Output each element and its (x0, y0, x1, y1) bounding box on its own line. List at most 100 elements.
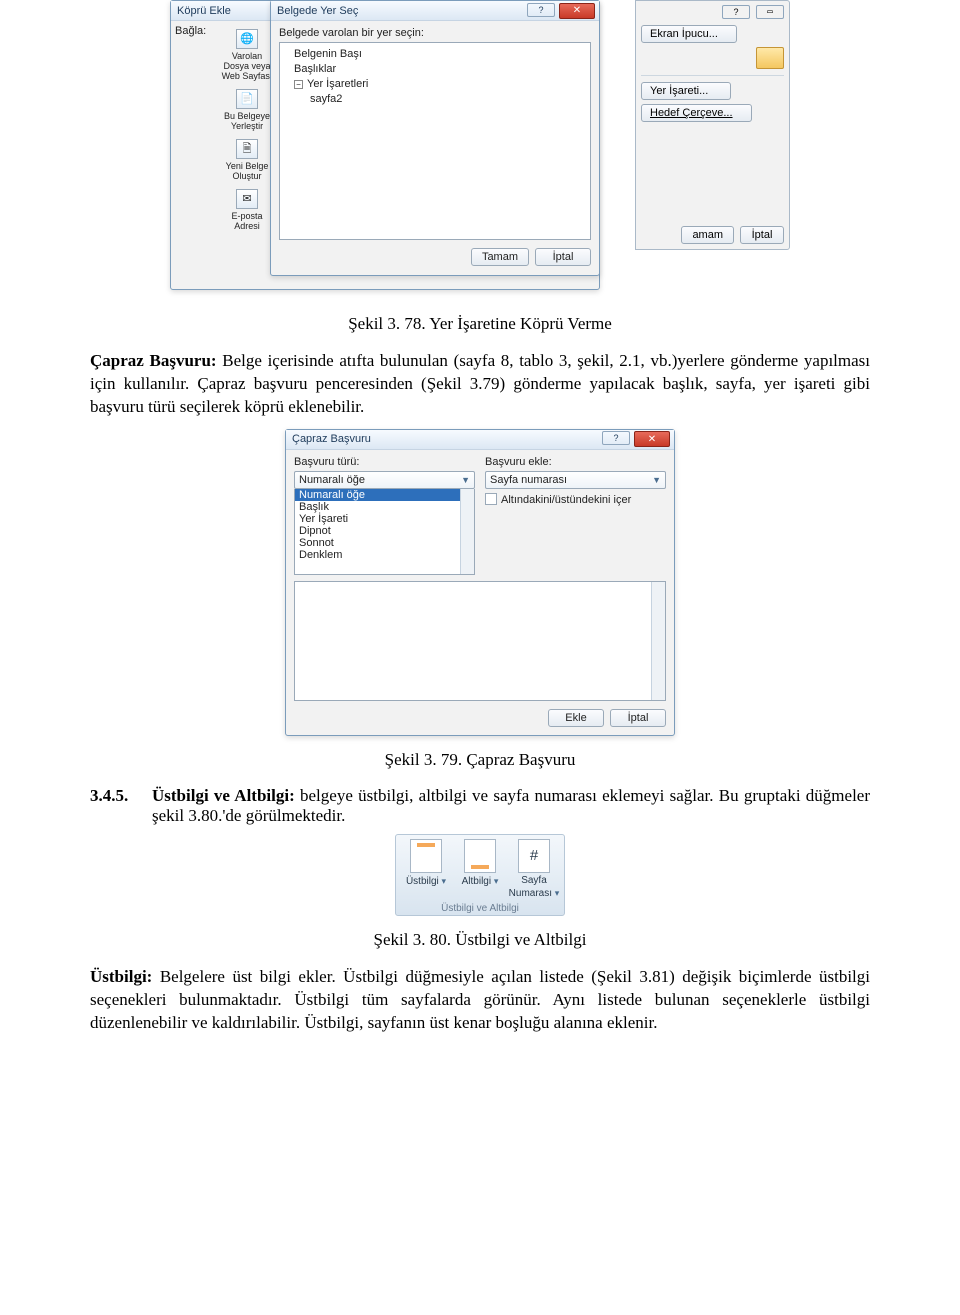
list-item[interactable]: Başlık (295, 501, 474, 513)
document-icon: 📄 (236, 89, 258, 109)
list-item[interactable]: Dipnot (295, 525, 474, 537)
dialog-title: Çapraz Başvuru (292, 433, 371, 445)
list-item[interactable]: Sonnot (295, 537, 474, 549)
ribbon-label: Altbilgi ▾ (454, 875, 506, 888)
iptal-button[interactable]: İptal (610, 709, 666, 727)
altbilgi-button[interactable]: Altbilgi ▾ (454, 839, 506, 900)
help-icon[interactable]: ? (527, 3, 555, 17)
ekle-button[interactable]: Ekle (548, 709, 604, 727)
figure-caption-3: Şekil 3. 80. Üstbilgi ve Altbilgi (90, 930, 870, 950)
location-tree[interactable]: Belgenin Başı Başlıklar −Yer İşaretleri … (279, 42, 591, 240)
amam-button[interactable]: amam (681, 226, 734, 244)
paragraph-ustbilgi: Üstbilgi: Belgelere üst bilgi ekler. Üst… (90, 966, 870, 1035)
bagla-label: Bağla: (175, 25, 213, 37)
button-label: İptal (553, 251, 574, 263)
iptal-button[interactable]: İptal (535, 248, 591, 266)
sidebar-item-label: Varolan Dosya veya Web Sayfası (222, 51, 273, 81)
hedef-cerceve-button[interactable]: Hedef Çerçeve... (641, 104, 752, 122)
button-label: Tamam (482, 251, 518, 263)
help-icon[interactable]: ? (722, 5, 750, 19)
button-label: Ekle (565, 712, 586, 724)
button-label: İptal (628, 712, 649, 724)
sidebar-item-this-document[interactable]: 📄Bu Belgeye Yerleştir (218, 87, 276, 133)
figure-hyperlink-dialogs: ? ▭ Ekran İpucu... Yer İşareti... Hedef … (170, 0, 790, 300)
checkbox-label: Altındakini/üstündekini içer (501, 494, 631, 506)
sidebar-item-existing-file[interactable]: 🌐Varolan Dosya veya Web Sayfası (218, 27, 276, 83)
section-number: 3.4.5. (90, 786, 152, 826)
tree-item-bookmarks[interactable]: −Yer İşaretleri (284, 77, 586, 92)
basvuru-turu-label: Başvuru türü: (294, 456, 475, 468)
list-item[interactable]: Yer İşareti (295, 513, 474, 525)
footer-icon (464, 839, 496, 873)
instruction-label: Belgede varolan bir yer seçin: (279, 27, 591, 39)
dialog-title: Köprü Ekle (177, 5, 231, 17)
basvuru-turu-listbox[interactable]: Numaralı öğe Başlık Yer İşareti Dipnot S… (294, 489, 475, 575)
button-label: Yer İşareti... (650, 85, 708, 97)
yer-isareti-button[interactable]: Yer İşareti... (641, 82, 731, 100)
sidebar-item-new-document[interactable]: 🗎Yeni Belge Oluştur (218, 137, 276, 183)
dialog-titlebar: Çapraz Başvuru ? ✕ (286, 430, 674, 450)
list-item[interactable]: Denklem (295, 549, 474, 561)
new-document-icon: 🗎 (236, 139, 258, 159)
select-value: Sayfa numarası (490, 474, 567, 486)
sidebar-item-label: Bu Belgeye Yerleştir (224, 111, 270, 131)
scrollbar[interactable] (460, 489, 474, 574)
ustbilgi-button[interactable]: Üstbilgi ▾ (400, 839, 452, 900)
sidebar-item-email[interactable]: ✉E-posta Adresi (218, 187, 276, 233)
tree-item-sayfa2[interactable]: sayfa2 (284, 92, 586, 107)
capraz-basvuru-dialog: Çapraz Başvuru ? ✕ Başvuru türü: Numaral… (285, 429, 675, 736)
section-3-4-5: 3.4.5. Üstbilgi ve Altbilgi: belgeye üst… (90, 786, 870, 826)
minimize-icon[interactable]: ▭ (756, 5, 784, 19)
figure-caption-1: Şekil 3. 78. Yer İşaretine Köprü Verme (90, 314, 870, 334)
section-title: Üstbilgi ve Altbilgi: (152, 786, 295, 805)
belgede-yer-sec-dialog: Belgede Yer Seç ? ✕ Belgede varolan bir … (270, 0, 600, 276)
close-icon[interactable]: ✕ (559, 3, 595, 19)
ribbon-group-label: Üstbilgi ve Altbilgi (399, 903, 561, 914)
folder-icon[interactable] (756, 47, 784, 69)
paragraph-bold-lead: Üstbilgi: (90, 967, 152, 986)
chevron-down-icon: ▾ (442, 876, 447, 886)
chevron-down-icon: ▾ (555, 888, 560, 898)
button-label: Hedef Çerçeve... (650, 107, 733, 119)
altindakini-checkbox-row[interactable]: Altındakini/üstündekini içer (485, 493, 666, 506)
bagla-sidebar: 🌐Varolan Dosya veya Web Sayfası 📄Bu Belg… (217, 25, 277, 235)
sidebar-item-label: Yeni Belge Oluştur (226, 161, 269, 181)
tree-item-top[interactable]: Belgenin Başı (284, 47, 586, 62)
chevron-down-icon: ▾ (494, 876, 499, 886)
button-label: Ekran İpucu... (650, 28, 718, 40)
hyperlink-dialog-right-panel: ? ▭ Ekran İpucu... Yer İşareti... Hedef … (635, 0, 790, 250)
email-icon: ✉ (236, 189, 258, 209)
tree-item-headings[interactable]: Başlıklar (284, 62, 586, 77)
tamam-button[interactable]: Tamam (471, 248, 529, 266)
ribbon-label: Sayfa Numarası ▾ (508, 875, 560, 900)
list-item[interactable]: Numaralı öğe (295, 489, 474, 501)
header-icon (410, 839, 442, 873)
paragraph-text: Belgelere üst bilgi ekler. Üstbilgi düğm… (90, 967, 870, 1032)
dialog-title: Belgede Yer Seç (277, 5, 358, 17)
close-icon[interactable]: ✕ (634, 431, 670, 447)
collapse-icon[interactable]: − (294, 80, 303, 89)
button-label: İptal (752, 229, 773, 241)
page-number-icon: # (518, 839, 550, 873)
ribbon-label: Üstbilgi ▾ (400, 875, 452, 888)
sayfa-numarasi-button[interactable]: # Sayfa Numarası ▾ (508, 839, 560, 900)
dialog-titlebar: Belgede Yer Seç ? ✕ (271, 1, 599, 21)
ustbilgi-altbilgi-ribbon-group: Üstbilgi ▾ Altbilgi ▾ # Sayfa Numarası ▾… (395, 834, 565, 916)
chevron-down-icon: ▼ (461, 475, 470, 485)
basvuru-ekle-select[interactable]: Sayfa numarası ▼ (485, 471, 666, 489)
target-list[interactable] (294, 581, 666, 701)
chevron-down-icon: ▼ (652, 475, 661, 485)
checkbox-icon[interactable] (485, 493, 497, 505)
paragraph-bold-lead: Çapraz Başvuru: (90, 351, 217, 370)
sidebar-item-label: E-posta Adresi (231, 211, 262, 231)
help-icon[interactable]: ? (602, 431, 630, 445)
basvuru-ekle-label: Başvuru ekle: (485, 456, 666, 468)
basvuru-turu-select[interactable]: Numaralı öğe ▼ (294, 471, 475, 489)
globe-icon: 🌐 (236, 29, 258, 49)
scrollbar[interactable] (651, 582, 665, 700)
select-value: Numaralı öğe (299, 474, 365, 486)
figure-caption-2: Şekil 3. 79. Çapraz Başvuru (90, 750, 870, 770)
iptal-button[interactable]: İptal (740, 226, 784, 244)
paragraph-capraz-basvuru: Çapraz Başvuru: Belge içerisinde atıfta … (90, 350, 870, 419)
ekran-ipucu-button[interactable]: Ekran İpucu... (641, 25, 737, 43)
